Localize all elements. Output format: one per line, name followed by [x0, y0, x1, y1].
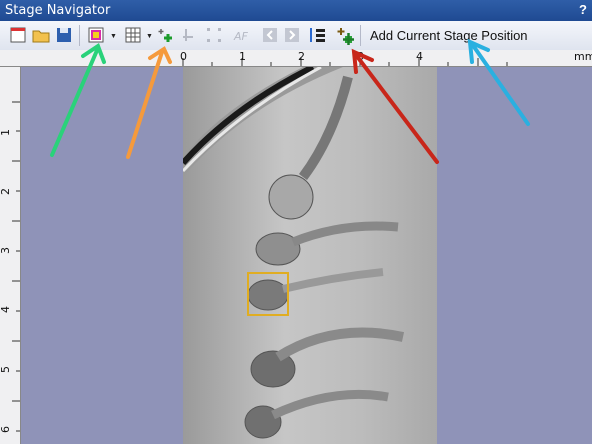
auto-icon[interactable]: AF: [232, 25, 252, 45]
ruler-left-label: 2: [0, 188, 12, 195]
chevron-down-icon[interactable]: ▼: [110, 33, 117, 40]
ruler-ticks: [12, 101, 20, 432]
ruler-unit: mm: [574, 50, 592, 63]
chevron-down-icon[interactable]: ▼: [146, 33, 153, 40]
add-current-position-icon[interactable]: [334, 25, 354, 45]
ruler-top-label: 4: [416, 50, 423, 63]
svg-text:AF: AF: [233, 30, 249, 43]
ruler-horizontal: 0 1 2 3 4 mm: [0, 50, 592, 67]
ruler-ticks: [182, 58, 508, 66]
ruler-top-label: 0: [180, 50, 187, 63]
help-button[interactable]: ?: [579, 2, 587, 17]
stage-color-icon[interactable]: [86, 25, 106, 45]
toolbar-separator: [79, 25, 80, 46]
toolbar-separator: [360, 25, 361, 46]
ruler-left-label: 3: [0, 247, 12, 254]
next-position-icon[interactable]: [282, 25, 302, 45]
grid-view-icon[interactable]: [123, 25, 143, 45]
save-icon[interactable]: [54, 25, 74, 45]
title-bar: Stage Navigator ?: [0, 0, 592, 21]
zebrafish-embryos-image: [183, 67, 405, 439]
move-point-icon[interactable]: [180, 25, 200, 45]
prev-position-icon[interactable]: [260, 25, 280, 45]
selected-position-marker[interactable]: [247, 272, 289, 316]
add-point-icon[interactable]: [156, 25, 176, 45]
microscope-image[interactable]: [183, 67, 437, 444]
ruler-left-label: 4: [0, 306, 12, 313]
list-positions-icon[interactable]: [307, 25, 327, 45]
ruler-top-label: 3: [357, 50, 364, 63]
new-icon[interactable]: [8, 25, 28, 45]
ruler-left-label: 5: [0, 366, 12, 373]
ruler-top-label: 2: [298, 50, 305, 63]
grid-points-icon[interactable]: [204, 25, 224, 45]
window-title: Stage Navigator: [5, 3, 111, 18]
open-folder-icon[interactable]: [31, 25, 51, 45]
ruler-top-label: 1: [239, 50, 246, 63]
add-current-stage-position-button[interactable]: Add Current Stage Position: [370, 28, 528, 43]
ruler-left-label: 6: [0, 426, 12, 433]
toolbar: ▼ ▼ AF Add Current Stage Position: [0, 21, 592, 51]
ruler-left-label: 1: [0, 129, 12, 136]
ruler-vertical: 1 2 3 4 5 6: [0, 67, 21, 444]
